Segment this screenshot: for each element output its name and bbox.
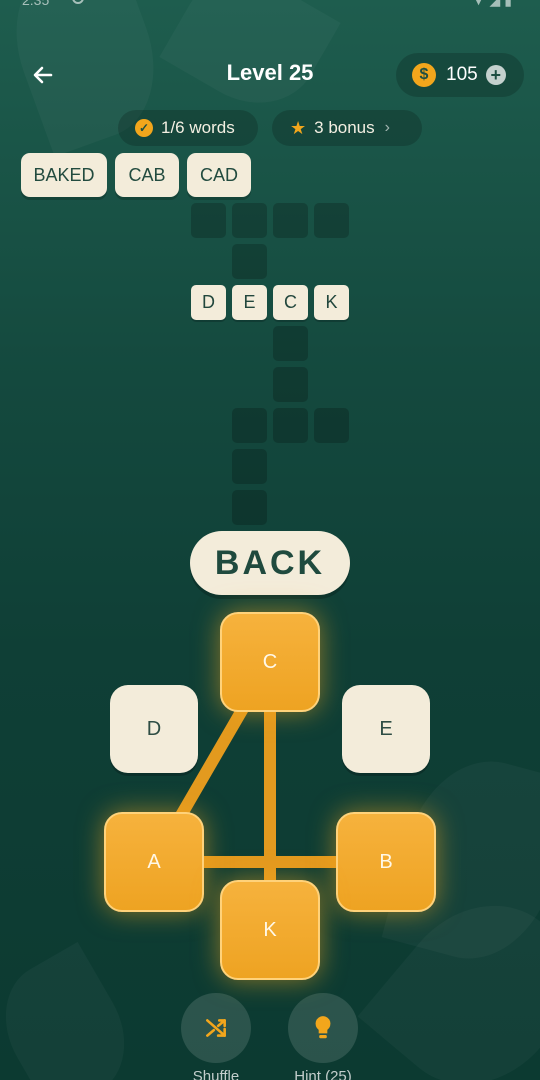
letter-tile-b[interactable]: B <box>336 812 436 912</box>
lightbulb-icon <box>315 1016 331 1039</box>
hint-button[interactable] <box>288 993 358 1063</box>
letter-tile-a[interactable]: A <box>104 812 204 912</box>
letter-tile-d[interactable]: D <box>110 685 198 773</box>
shuffle-button[interactable] <box>181 993 251 1063</box>
letter-tile-c[interactable]: C <box>220 612 320 712</box>
shuffle-label: Shuffle <box>192 1068 240 1080</box>
shuffle-icon <box>206 1019 226 1037</box>
letter-tile-k[interactable]: K <box>220 880 320 980</box>
hint-label: Hint (25) <box>294 1068 352 1080</box>
letter-tile-e[interactable]: E <box>342 685 430 773</box>
